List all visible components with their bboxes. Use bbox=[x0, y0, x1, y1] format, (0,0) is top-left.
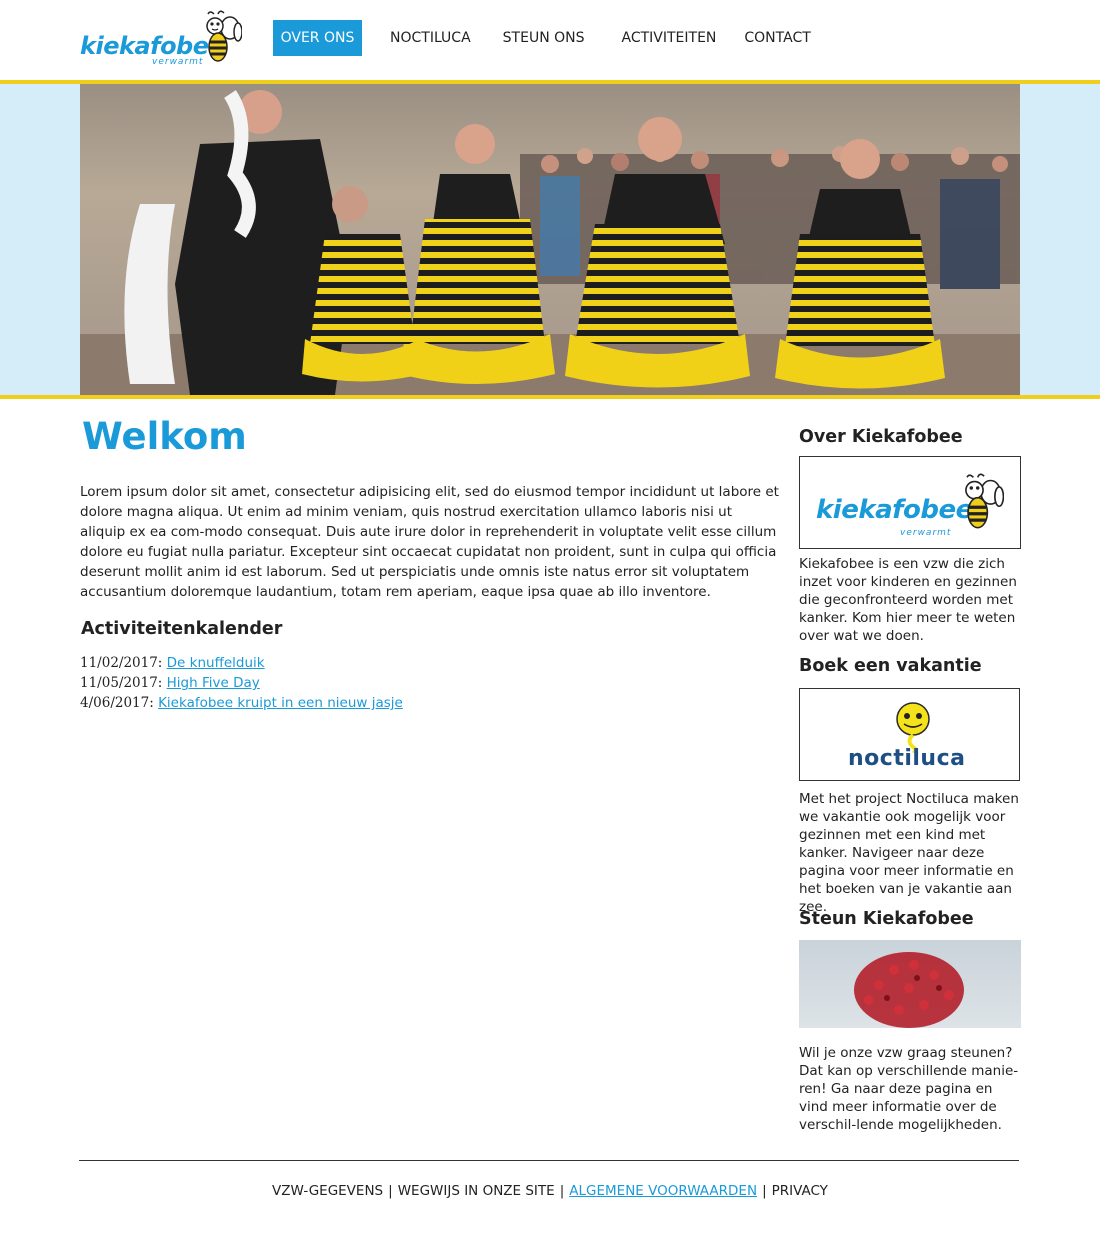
footer-divider bbox=[79, 1160, 1019, 1161]
site-header: kiekafobee verwarmt OVER ONS NOCTILUCA S… bbox=[0, 0, 1100, 80]
calendar-item: 11/05/2017: High Five Day bbox=[80, 673, 403, 693]
nav-noctiluca[interactable]: NOCTILUCA bbox=[390, 20, 471, 56]
main-nav: OVER ONS NOCTILUCA STEUN ONS ACTIVITEITE… bbox=[273, 20, 811, 56]
vacation-text: Met het project Noctiluca maken we vakan… bbox=[799, 791, 1019, 915]
footer-separator: | bbox=[559, 1183, 565, 1199]
footer-link-privacy[interactable]: PRIVACY bbox=[772, 1183, 828, 1199]
hero-photo bbox=[80, 84, 1020, 395]
hero-divider bbox=[0, 395, 1100, 399]
bee-icon bbox=[965, 473, 1004, 529]
about-logo-wordmark: kiekafobee bbox=[816, 495, 973, 525]
vacation-title: Boek een vakantie bbox=[799, 656, 982, 676]
support-image[interactable] bbox=[799, 940, 1021, 1028]
site-logo[interactable]: kiekafobee verwarmt bbox=[80, 10, 242, 70]
hero-image bbox=[80, 84, 1020, 395]
nav-contact[interactable]: CONTACT bbox=[744, 20, 810, 56]
support-title: Steun Kiekafobee bbox=[799, 909, 974, 929]
calendar-item: 11/02/2017: De knuffelduik bbox=[80, 653, 403, 673]
footer-separator: | bbox=[762, 1183, 767, 1199]
nav-steun-ons[interactable]: STEUN ONS bbox=[503, 20, 585, 56]
calendar-link-high-five-day[interactable]: High Five Day bbox=[167, 675, 260, 691]
bee-icon bbox=[206, 10, 242, 62]
logo-tagline: verwarmt bbox=[152, 57, 204, 67]
footer-link-wegwijs[interactable]: WEGWIJS IN ONZE SITE bbox=[398, 1183, 555, 1199]
about-text: Kiekafobee is een vzw die zich inzet voo… bbox=[799, 556, 1017, 644]
nav-activiteiten[interactable]: ACTIVITEITEN bbox=[622, 20, 717, 56]
about-logo-card[interactable]: kiekafobee verwarmt bbox=[799, 456, 1021, 549]
footer-link-vzw-gegevens[interactable]: VZW-GEGEVENS bbox=[272, 1183, 383, 1199]
noctiluca-logo-card[interactable]: noctiluca bbox=[799, 688, 1020, 781]
noctiluca-wordmark: noctiluca bbox=[848, 746, 966, 771]
calendar-date: 11/05/2017: bbox=[80, 675, 163, 691]
balloons-photo bbox=[799, 940, 1021, 1028]
intro-text: Lorem ipsum dolor sit amet, consectetur … bbox=[80, 484, 779, 600]
calendar-date: 4/06/2017: bbox=[80, 695, 154, 711]
support-text: Wil je onze vzw graag steunen? Dat kan o… bbox=[799, 1045, 1019, 1133]
calendar-title: Activiteitenkalender bbox=[81, 619, 283, 639]
calendar-item: 4/06/2017: Kiekafobee kruipt in een nieu… bbox=[80, 693, 403, 713]
calendar-link-nieuw-jasje[interactable]: Kiekafobee kruipt in een nieuw jasje bbox=[158, 695, 403, 711]
nav-over-ons[interactable]: OVER ONS bbox=[273, 20, 362, 56]
page-title: Welkom bbox=[82, 415, 247, 458]
calendar-link-knuffelduik[interactable]: De knuffelduik bbox=[167, 655, 265, 671]
about-logo-tagline: verwarmt bbox=[900, 528, 952, 538]
site-footer: VZW-GEGEVENS | WEGWIJS IN ONZE SITE | ALGEME… bbox=[0, 1183, 1100, 1199]
about-title: Over Kiekafobee bbox=[799, 427, 963, 447]
calendar-date: 11/02/2017: bbox=[80, 655, 163, 671]
footer-link-algemene-voorwaarden[interactable]: ALGEMENE VOORWAARDEN bbox=[569, 1183, 757, 1199]
footer-separator: | bbox=[388, 1183, 393, 1199]
activity-calendar: 11/02/2017: De knuffelduik 11/05/2017: H… bbox=[80, 653, 403, 713]
